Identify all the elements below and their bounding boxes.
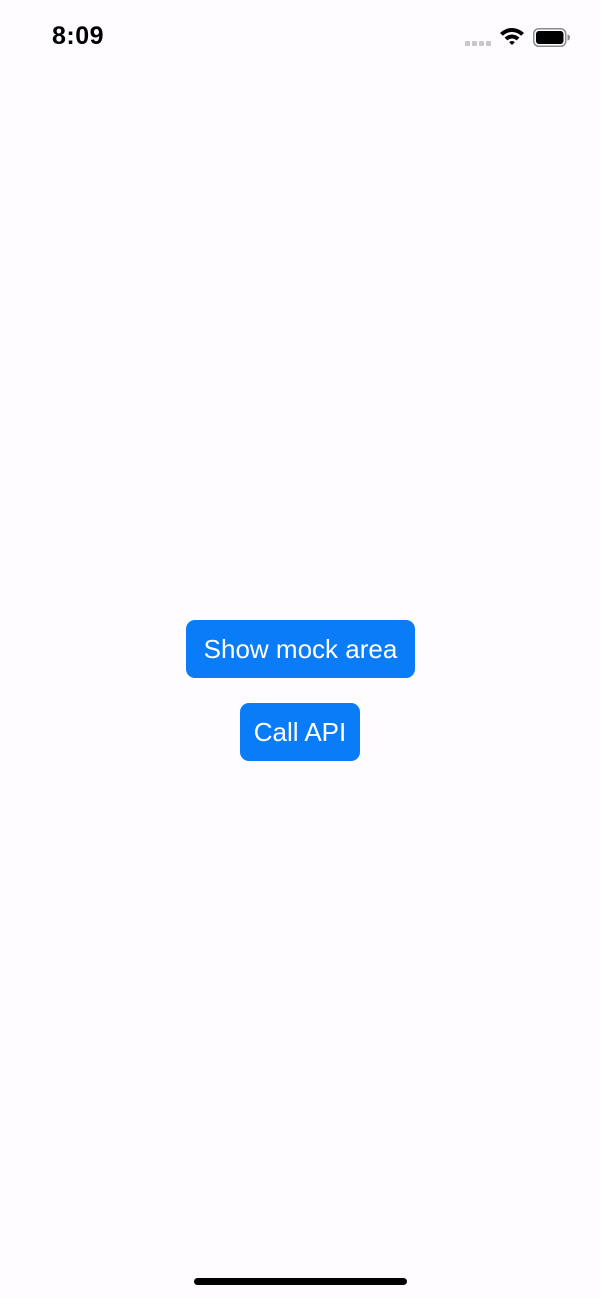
wifi-icon [500,28,524,45]
show-mock-area-button[interactable]: Show mock area [186,620,415,678]
signal-dots-icon [465,41,491,46]
battery-icon [533,28,570,47]
status-time: 8:09 [52,22,105,50]
home-indicator[interactable] [194,1278,407,1285]
status-bar: 8:09 [0,0,600,80]
call-api-button[interactable]: Call API [240,703,360,761]
